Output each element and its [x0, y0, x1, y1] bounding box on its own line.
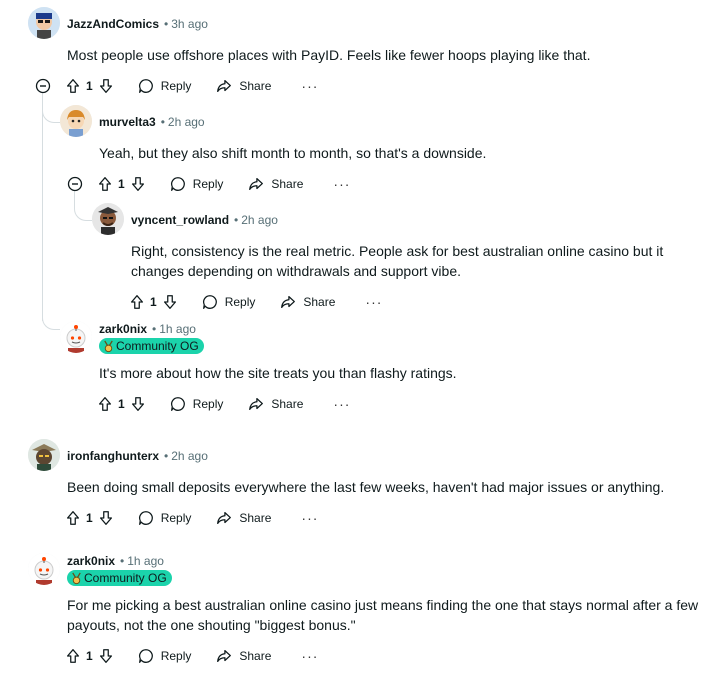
reply-button[interactable]: Reply: [169, 172, 223, 196]
upvote-icon[interactable]: [96, 392, 114, 416]
upvote-icon[interactable]: [64, 506, 82, 530]
avatar[interactable]: [60, 105, 92, 137]
upvote-icon[interactable]: [128, 290, 146, 314]
comment-actions: 1 Reply Share ···: [64, 506, 318, 530]
vote-count: 1: [150, 295, 157, 309]
collapse-minus-icon[interactable]: [35, 78, 51, 94]
comment-body: Right, consistency is the real metric. P…: [131, 243, 664, 279]
more-options-button[interactable]: ···: [365, 290, 382, 314]
downvote-icon[interactable]: [129, 172, 147, 196]
user-flair: Community OG: [67, 570, 172, 586]
share-arrow-icon: [217, 649, 232, 663]
reply-button[interactable]: Reply: [137, 74, 191, 98]
comment-body: For me picking a best australian online …: [67, 597, 699, 633]
author-name[interactable]: zark0nix: [99, 322, 147, 336]
vote-count: 1: [118, 397, 125, 411]
medal-icon: [104, 340, 113, 352]
vote-count: 1: [86, 649, 93, 663]
reply-bubble-icon: [138, 79, 153, 93]
avatar[interactable]: [28, 7, 60, 39]
more-options-button[interactable]: ···: [333, 392, 350, 416]
share-button[interactable]: Share: [215, 74, 271, 98]
author-name[interactable]: ironfanghunterx: [67, 449, 159, 463]
reply-button[interactable]: Reply: [169, 392, 223, 416]
reply-button[interactable]: Reply: [137, 506, 191, 530]
downvote-icon[interactable]: [97, 74, 115, 98]
share-arrow-icon: [249, 177, 264, 191]
comment-meta: JazzAndComics • 3h ago: [67, 17, 208, 31]
downvote-icon[interactable]: [129, 392, 147, 416]
upvote-icon[interactable]: [64, 644, 82, 668]
thread-elbow: [42, 300, 60, 330]
author-name[interactable]: zark0nix: [67, 554, 115, 568]
share-button[interactable]: Share: [215, 644, 271, 668]
comment-body: It's more about how the site treats you …: [99, 365, 457, 381]
timestamp: 3h ago: [171, 17, 208, 31]
share-button[interactable]: Share: [247, 392, 303, 416]
share-arrow-icon: [281, 295, 296, 309]
share-arrow-icon: [217, 79, 232, 93]
more-options-button[interactable]: ···: [301, 506, 318, 530]
vote-count: 1: [86, 511, 93, 525]
reply-button[interactable]: Reply: [201, 290, 255, 314]
comment-body: Most people use offshore places with Pay…: [67, 47, 591, 63]
comment-actions: 1 Reply Share ···: [64, 74, 318, 98]
avatar[interactable]: [60, 321, 92, 353]
upvote-icon[interactable]: [96, 172, 114, 196]
more-options-button[interactable]: ···: [301, 644, 318, 668]
timestamp: 2h ago: [171, 449, 208, 463]
timestamp: 2h ago: [167, 115, 205, 129]
thread-elbow: [42, 93, 60, 123]
timestamp: 2h ago: [241, 213, 278, 227]
share-button[interactable]: Share: [247, 172, 303, 196]
downvote-icon[interactable]: [97, 644, 115, 668]
thread-elbow: [74, 191, 92, 221]
medal-icon: [72, 572, 81, 584]
upvote-icon[interactable]: [64, 74, 82, 98]
timestamp: 1h ago: [127, 554, 164, 568]
comment-meta: zark0nix • 1h ago: [99, 322, 196, 336]
share-arrow-icon: [217, 511, 232, 525]
thread-line: [42, 93, 43, 321]
avatar[interactable]: [92, 203, 124, 235]
user-flair: Community OG: [99, 338, 204, 354]
reply-bubble-icon: [202, 295, 217, 309]
downvote-icon[interactable]: [97, 506, 115, 530]
timestamp: 1h ago: [159, 322, 196, 336]
reply-bubble-icon: [170, 397, 185, 411]
share-button[interactable]: Share: [279, 290, 335, 314]
comment-actions: 1 Reply Share ···: [64, 644, 318, 668]
author-name[interactable]: murvelta3: [99, 115, 156, 129]
reply-bubble-icon: [170, 177, 185, 191]
more-options-button[interactable]: ···: [333, 172, 350, 196]
vote-count: 1: [118, 177, 125, 191]
comment-actions: 1 Reply Share ···: [96, 172, 350, 196]
avatar[interactable]: [28, 439, 60, 471]
comment-meta: vyncent_rowland • 2h ago: [131, 213, 278, 227]
comment-meta: ironfanghunterx • 2h ago: [67, 449, 208, 463]
author-name[interactable]: vyncent_rowland: [131, 213, 229, 227]
share-button[interactable]: Share: [215, 506, 271, 530]
comment-actions: 1 Reply Share ···: [128, 290, 382, 314]
avatar[interactable]: [28, 553, 60, 585]
reply-bubble-icon: [138, 511, 153, 525]
comment-meta: zark0nix • 1h ago: [67, 554, 164, 568]
comment-body: Yeah, but they also shift month to month…: [99, 145, 487, 161]
downvote-icon[interactable]: [161, 290, 179, 314]
comment-body: Been doing small deposits everywhere the…: [67, 479, 665, 495]
reply-bubble-icon: [138, 649, 153, 663]
author-name[interactable]: JazzAndComics: [67, 17, 159, 31]
reply-button[interactable]: Reply: [137, 644, 191, 668]
collapse-minus-icon[interactable]: [67, 176, 83, 192]
comment-actions: 1 Reply Share ···: [96, 392, 350, 416]
comment-meta: murvelta3 • 2h ago: [99, 115, 205, 129]
share-arrow-icon: [249, 397, 264, 411]
more-options-button[interactable]: ···: [301, 74, 318, 98]
vote-count: 1: [86, 79, 93, 93]
